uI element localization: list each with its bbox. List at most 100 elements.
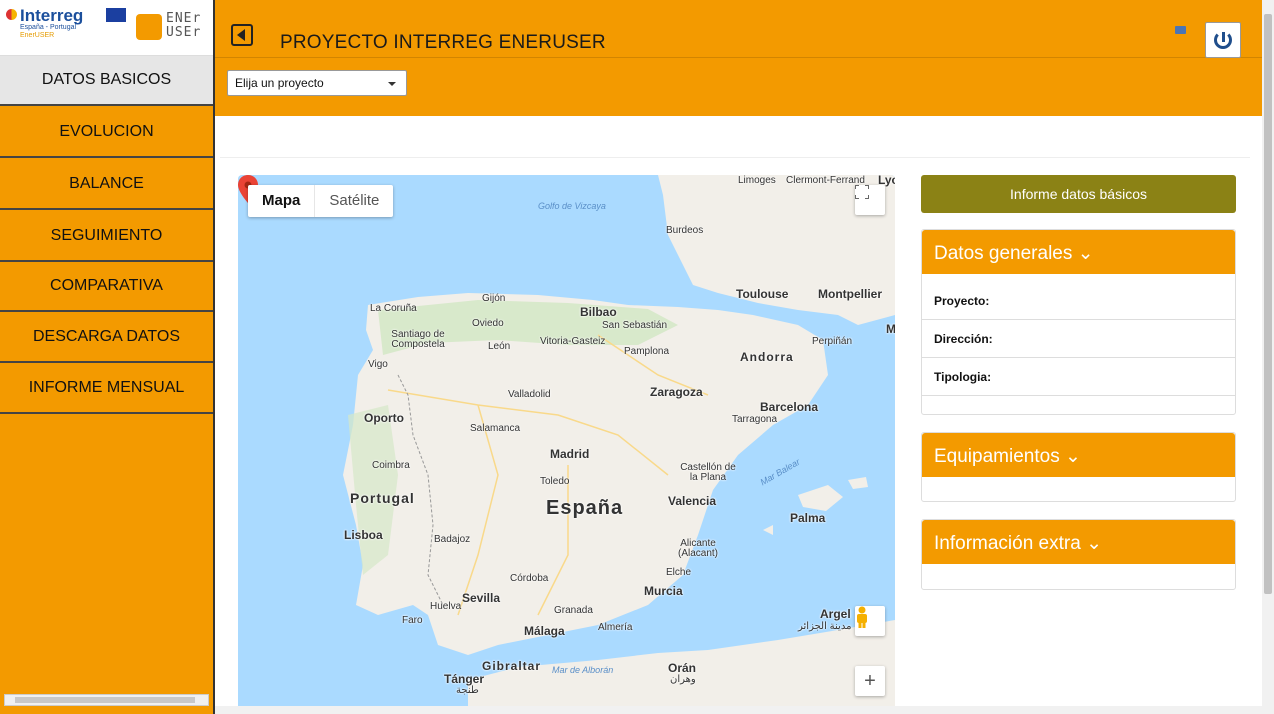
map-label: Portugal xyxy=(350,490,415,506)
sidebar-item-label: DESCARGA DATOS xyxy=(33,328,180,345)
map-label: Vigo xyxy=(368,359,388,370)
toolbar: Elija un proyecto xyxy=(215,58,1262,116)
sidebar-item-comparativa[interactable]: COMPARATIVA xyxy=(0,262,213,312)
caret-down-icon xyxy=(388,82,396,86)
map-label: Gibraltar xyxy=(482,659,542,673)
logout-button[interactable] xyxy=(1205,22,1241,58)
map-label: Burdeos xyxy=(666,225,704,236)
page-vertical-scrollbar[interactable] xyxy=(1262,0,1274,714)
map-label: León xyxy=(488,341,511,352)
map-label: Madrid xyxy=(550,447,590,461)
panel-datos-generales-header[interactable]: Datos generales ⌄ xyxy=(922,230,1235,274)
map-label: وهران xyxy=(670,674,696,685)
map-label: Zaragoza xyxy=(650,385,703,399)
street-view-button[interactable] xyxy=(855,606,885,636)
map-type-tabs: Mapa Satélite xyxy=(248,185,394,217)
field-direccion: Dirección: xyxy=(922,320,1235,358)
map-label: Limoges xyxy=(738,175,776,186)
eneruser-logo: ENEr USEr xyxy=(136,12,212,44)
eu-flag-icon xyxy=(106,8,126,22)
map-label: Oviedo xyxy=(472,318,504,329)
field-proyecto: Proyecto: xyxy=(922,282,1235,320)
zoom-in-button[interactable]: + xyxy=(855,666,885,696)
map-label: Golfo de Vizcaya xyxy=(538,201,606,211)
map-label: Alicante (Alacant) xyxy=(677,538,718,559)
sidebar-item-seguimiento[interactable]: SEGUIMIENTO xyxy=(0,212,213,262)
sidebar-item-balance[interactable]: BALANCE xyxy=(0,160,213,210)
map-label: Oporto xyxy=(364,411,404,425)
sidebar-item-descarga-datos[interactable]: DESCARGA DATOS xyxy=(0,313,213,363)
map-label: Salamanca xyxy=(470,423,521,434)
panel-datos-generales: Datos generales ⌄ Proyecto: Dirección: T… xyxy=(921,229,1236,415)
map-label: La Coruña xyxy=(370,303,417,314)
map-label: مدينة الجزائر xyxy=(798,621,852,632)
map-label: Toledo xyxy=(540,476,570,487)
back-button[interactable] xyxy=(231,24,253,46)
map-label: San Sebastián xyxy=(602,320,668,331)
page-title: PROYECTO INTERREG ENERUSER xyxy=(280,32,606,53)
map-label: Tarragona xyxy=(732,414,778,425)
eneruser-logo-mark-icon xyxy=(136,14,162,40)
map-label: Huelva xyxy=(430,601,462,612)
map-label: Pamplona xyxy=(624,346,670,357)
interreg-logo: Interreg España - Portugal EnerUSER xyxy=(6,6,131,50)
map-label: Clermont-Ferrand xyxy=(786,175,865,186)
map-label: Argel xyxy=(820,607,851,621)
pegman-icon xyxy=(857,606,867,628)
interreg-logo-subtitle: España - Portugal xyxy=(20,24,77,31)
map-label: M xyxy=(886,322,895,336)
panel-informacion-extra-header[interactable]: Información extra ⌄ xyxy=(922,520,1235,564)
map-label: Valencia xyxy=(668,494,717,508)
main-content: Limoges Clermont-Ferrand Lyo Golfo de Vi… xyxy=(215,116,1262,714)
map-label: Mar de Alborán xyxy=(552,665,614,675)
map-label: Toulouse xyxy=(736,287,789,301)
map-label: Valladolid xyxy=(508,389,551,400)
sidebar-horizontal-scrollbar[interactable] xyxy=(4,694,209,706)
sidebar-item-label: COMPARATIVA xyxy=(50,277,163,294)
map-label: Faro xyxy=(402,615,423,626)
project-select[interactable]: Elija un proyecto xyxy=(227,70,407,96)
map-label: Badajoz xyxy=(434,534,471,545)
plus-icon: + xyxy=(864,669,876,692)
panel-equipamientos: Equipamientos ⌄ xyxy=(921,432,1236,502)
fullscreen-button[interactable] xyxy=(855,185,885,215)
panel-informacion-extra: Información extra ⌄ xyxy=(921,519,1236,590)
map-base xyxy=(343,175,895,714)
map-label: Tánger xyxy=(444,672,485,686)
map-label: Elche xyxy=(666,567,692,578)
map-label: Córdoba xyxy=(510,573,549,584)
map[interactable]: Limoges Clermont-Ferrand Lyo Golfo de Vi… xyxy=(238,175,895,714)
fullscreen-icon xyxy=(855,185,869,199)
map-label: Gijón xyxy=(482,293,506,304)
sidebar-item-label: SEGUIMIENTO xyxy=(50,227,163,244)
map-label: Bilbao xyxy=(580,305,617,319)
map-label: Coimbra xyxy=(372,460,410,471)
map-label: Almería xyxy=(598,622,633,633)
sidebar-item-datos-basicos[interactable]: DATOS BASICOS xyxy=(0,56,213,106)
mail-icon[interactable] xyxy=(1175,26,1186,34)
divider xyxy=(220,157,1250,158)
map-label: Andorra xyxy=(740,350,794,364)
sidebar-item-label: EVOLUCION xyxy=(59,123,154,140)
map-label: España xyxy=(546,497,624,519)
field-tipologia: Tipologia: xyxy=(922,358,1235,396)
map-label: Sevilla xyxy=(462,591,501,605)
map-label: Santiago de Compostela xyxy=(391,329,445,350)
map-tab-map[interactable]: Mapa xyxy=(248,185,316,217)
map-label: Montpellier xyxy=(818,287,883,301)
map-label: Vitoria-Gasteiz xyxy=(540,336,606,347)
page-horizontal-scrollbar[interactable] xyxy=(215,706,1262,714)
header: PROYECTO INTERREG ENERUSER xyxy=(215,0,1262,58)
interreg-logo-project: EnerUSER xyxy=(20,32,55,39)
map-label: Barcelona xyxy=(760,400,819,414)
interreg-logo-text: Interreg xyxy=(20,6,84,25)
sidebar-item-label: DATOS BASICOS xyxy=(41,71,172,88)
logo-area: Interreg España - Portugal EnerUSER ENEr… xyxy=(0,0,213,56)
panel-equipamientos-header[interactable]: Equipamientos ⌄ xyxy=(922,433,1235,477)
sidebar-item-informe-mensual[interactable]: INFORME MENSUAL xyxy=(0,364,213,414)
sidebar-item-evolucion[interactable]: EVOLUCION xyxy=(0,108,213,158)
map-tab-satellite[interactable]: Satélite xyxy=(315,185,393,217)
report-button[interactable]: Informe datos básicos xyxy=(921,175,1236,213)
map-label: Málaga xyxy=(524,624,565,638)
project-select-value: Elija un proyecto xyxy=(235,76,324,90)
